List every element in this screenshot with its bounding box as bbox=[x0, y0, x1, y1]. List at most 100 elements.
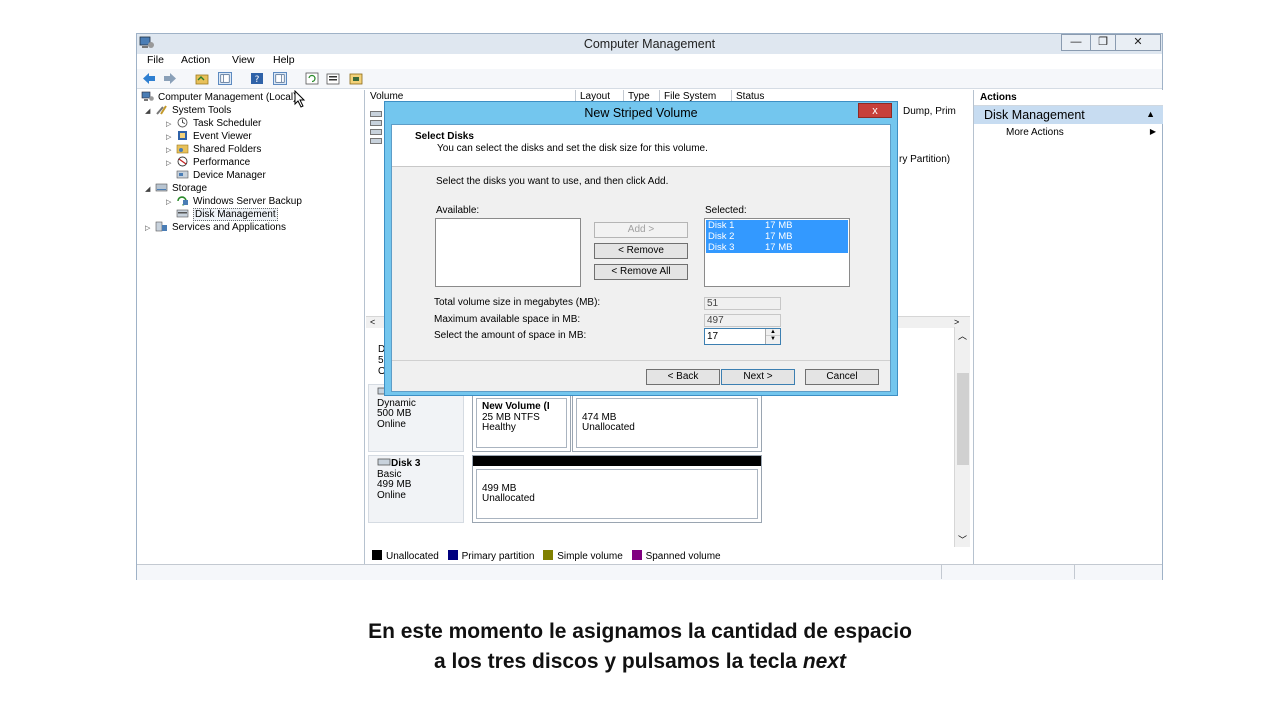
menu-file[interactable]: File bbox=[147, 54, 164, 66]
selected-disk-item[interactable]: Disk 1 17 MB bbox=[706, 220, 848, 231]
max-space-label: Maximum available space in MB: bbox=[434, 314, 581, 325]
dialog-title: New Striped Volume bbox=[584, 106, 698, 120]
folder-up-icon[interactable] bbox=[195, 72, 209, 85]
disk-management-icon bbox=[176, 209, 189, 218]
svg-text:?: ? bbox=[255, 75, 260, 85]
menu-bar: File Action View Help bbox=[137, 54, 1162, 69]
actions-section-disk-management[interactable]: Disk Management ▲ bbox=[974, 106, 1163, 124]
refresh-icon[interactable] bbox=[305, 72, 319, 85]
selected-disk-item[interactable]: Disk 3 17 MB bbox=[706, 242, 848, 253]
selected-label: Selected: bbox=[705, 205, 747, 216]
console-tree: Computer Management (Local) ◢ System Tool… bbox=[137, 90, 365, 579]
tree-item-shared-folders[interactable]: ▷ Shared Folders bbox=[166, 143, 261, 156]
expand-arrow-icon[interactable]: ▷ bbox=[166, 159, 176, 167]
dialog-heading: Select Disks bbox=[415, 131, 474, 142]
collapse-up-icon[interactable]: ▲ bbox=[1146, 109, 1155, 119]
volume-row-icons bbox=[370, 108, 382, 152]
total-size-label: Total volume size in megabytes (MB): bbox=[434, 297, 601, 308]
next-button[interactable]: Next > bbox=[721, 369, 795, 385]
volume-drive-icon bbox=[370, 120, 382, 126]
expand-arrow-icon[interactable]: ▷ bbox=[166, 133, 176, 141]
backup-icon bbox=[177, 196, 188, 206]
properties-icon[interactable] bbox=[326, 72, 340, 85]
selected-disks-list[interactable]: Disk 1 17 MB Disk 2 17 MB Disk 3 17 MB bbox=[704, 218, 850, 287]
disk-3-info[interactable]: Disk 3 Basic 499 MB Online bbox=[368, 455, 464, 523]
dialog-close-button[interactable]: x bbox=[858, 103, 892, 118]
close-window-button[interactable]: ✕ bbox=[1115, 34, 1161, 51]
disk-icon bbox=[377, 458, 391, 466]
volume-drive-icon bbox=[370, 111, 382, 117]
performance-icon bbox=[177, 156, 188, 167]
scroll-left-icon[interactable]: < bbox=[370, 317, 375, 327]
tree-item-task-scheduler[interactable]: ▷ Task Scheduler bbox=[166, 117, 261, 130]
remove-all-button[interactable]: < Remove All bbox=[594, 264, 688, 280]
scroll-up-icon[interactable]: ︿ bbox=[958, 329, 967, 342]
tree-item-performance[interactable]: ▷ Performance bbox=[166, 156, 250, 169]
selected-disk-item[interactable]: Disk 2 17 MB bbox=[706, 231, 848, 242]
spin-down-icon[interactable]: ▼ bbox=[766, 336, 780, 343]
title-bar[interactable]: Computer Management — ❐ ✕ bbox=[137, 34, 1162, 54]
expand-arrow-icon[interactable]: ▷ bbox=[145, 224, 155, 232]
legend-swatch-simple bbox=[543, 550, 554, 560]
menu-view[interactable]: View bbox=[232, 54, 255, 66]
help-icon[interactable]: ? bbox=[250, 72, 264, 85]
dialog-header: Select Disks You can select the disks an… bbox=[392, 125, 890, 167]
available-label: Available: bbox=[436, 205, 480, 216]
collapse-arrow-icon[interactable]: ◢ bbox=[145, 107, 155, 115]
available-disks-list[interactable] bbox=[435, 218, 581, 287]
unallocated-bar bbox=[473, 456, 761, 466]
scrollbar-thumb[interactable] bbox=[957, 373, 969, 465]
tree-item-disk-management[interactable]: Disk Management bbox=[176, 208, 278, 221]
volume-status-text: ry Partition) bbox=[899, 154, 951, 165]
tree-item-event-viewer[interactable]: ▷ Event Viewer bbox=[166, 130, 252, 143]
tree-item-services-and-applications[interactable]: ▷ Services and Applications bbox=[145, 221, 286, 234]
expand-arrow-icon[interactable]: ▷ bbox=[166, 198, 176, 206]
volume-status-text: Dump, Prim bbox=[903, 106, 956, 117]
collapse-arrow-icon[interactable]: ◢ bbox=[145, 185, 155, 193]
show-hide-console-tree-icon[interactable] bbox=[218, 72, 232, 85]
instruction-text: Select the disks you want to use, and th… bbox=[436, 176, 669, 187]
actions-pane: Actions Disk Management ▲ More Actions ▶ bbox=[973, 90, 1163, 579]
forward-arrow-icon[interactable] bbox=[163, 72, 177, 85]
show-hide-action-pane-icon[interactable] bbox=[273, 72, 287, 85]
shared-folder-icon bbox=[176, 144, 189, 154]
services-icon bbox=[155, 221, 167, 232]
cancel-button[interactable]: Cancel bbox=[805, 369, 879, 385]
more-actions-item[interactable]: More Actions ▶ bbox=[1006, 127, 1156, 138]
disk-settings-icon[interactable] bbox=[349, 72, 363, 85]
tree-item-computer-management[interactable]: Computer Management (Local) bbox=[141, 91, 296, 104]
legend-swatch-spanned bbox=[631, 550, 642, 560]
clock-icon bbox=[177, 117, 188, 128]
tree-item-windows-server-backup[interactable]: ▷ Windows Server Backup bbox=[166, 195, 302, 208]
disk-3-unallocated-partition[interactable]: 499 MB Unallocated bbox=[472, 455, 762, 523]
caption-line-1: En este momento le asignamos la cantidad… bbox=[368, 620, 912, 643]
scroll-down-icon[interactable]: ﹀ bbox=[958, 533, 967, 546]
scroll-right-icon[interactable]: > bbox=[954, 317, 959, 327]
back-arrow-icon[interactable] bbox=[142, 72, 156, 85]
menu-action[interactable]: Action bbox=[181, 54, 210, 66]
spin-up-icon[interactable]: ▲ bbox=[766, 329, 780, 336]
actions-header: Actions bbox=[974, 90, 1163, 106]
toolbar: ? bbox=[137, 69, 1162, 89]
amount-space-input[interactable]: 17 bbox=[707, 331, 718, 342]
maximize-button[interactable]: ❐ bbox=[1090, 34, 1116, 51]
add-button[interactable]: Add > bbox=[594, 222, 688, 238]
tree-item-storage[interactable]: ◢ Storage bbox=[145, 182, 207, 195]
disk-3-row: Disk 3 Basic 499 MB Online 499 MB Unallo… bbox=[368, 455, 956, 523]
expand-arrow-icon[interactable]: ▷ bbox=[166, 146, 176, 154]
status-bar bbox=[137, 564, 1162, 580]
minimize-button[interactable]: — bbox=[1061, 34, 1091, 51]
remove-button[interactable]: < Remove bbox=[594, 243, 688, 259]
expand-arrow-icon[interactable]: ▷ bbox=[166, 120, 176, 128]
tree-item-system-tools[interactable]: ◢ System Tools bbox=[145, 104, 231, 117]
disk-list-vertical-scrollbar[interactable]: ︿ ﹀ bbox=[954, 327, 970, 547]
menu-help[interactable]: Help bbox=[273, 54, 295, 66]
event-viewer-icon bbox=[178, 131, 187, 140]
submenu-arrow-icon: ▶ bbox=[1149, 127, 1156, 136]
legend-swatch-unallocated bbox=[372, 550, 382, 560]
back-button[interactable]: < Back bbox=[646, 369, 720, 385]
amount-space-stepper[interactable]: 17 ▲ ▼ bbox=[704, 328, 781, 345]
tree-item-device-manager[interactable]: Device Manager bbox=[176, 169, 266, 182]
legend-swatch-primary bbox=[447, 550, 458, 560]
caption-emphasis: next bbox=[802, 650, 847, 673]
